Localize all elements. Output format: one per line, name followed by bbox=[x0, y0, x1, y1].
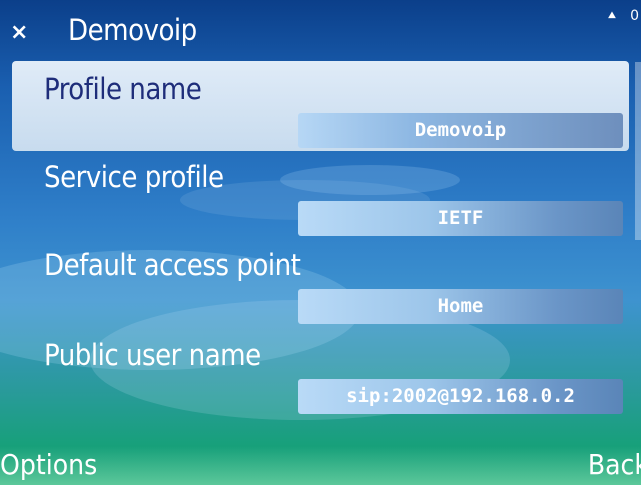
options-softkey[interactable]: Options bbox=[0, 448, 97, 481]
page-title: Demovoip bbox=[68, 13, 197, 47]
setting-value: sip:2002@192.168.0.2 bbox=[298, 379, 623, 414]
upload-arrow-icon: ⯅ bbox=[606, 8, 618, 24]
setting-item-default-access-point[interactable]: Default access point Home bbox=[12, 237, 629, 327]
setting-item-public-user-name[interactable]: Public user name sip:2002@192.168.0.2 bbox=[12, 327, 629, 417]
screen: × Demovoip ⯅ 0 Profile name Demovoip Ser… bbox=[0, 0, 641, 485]
setting-value: Demovoip bbox=[298, 113, 623, 148]
softkey-bar: Options Back bbox=[0, 437, 641, 485]
setting-label: Public user name bbox=[44, 338, 261, 372]
status-indicators: ⯅ 0 bbox=[606, 8, 639, 24]
setting-item-profile-name[interactable]: Profile name Demovoip bbox=[12, 61, 629, 151]
setting-value: IETF bbox=[298, 201, 623, 236]
setting-label: Default access point bbox=[44, 248, 301, 282]
setting-item-service-profile[interactable]: Service profile IETF bbox=[12, 149, 629, 239]
setting-label: Profile name bbox=[44, 72, 202, 106]
setting-label: Service profile bbox=[44, 160, 224, 194]
close-icon[interactable]: × bbox=[10, 22, 28, 44]
status-count: 0 bbox=[630, 8, 639, 24]
title-bar: × Demovoip ⯅ 0 bbox=[0, 0, 641, 58]
scrollbar[interactable] bbox=[635, 62, 641, 240]
back-softkey[interactable]: Back bbox=[588, 448, 641, 481]
setting-value: Home bbox=[298, 289, 623, 324]
